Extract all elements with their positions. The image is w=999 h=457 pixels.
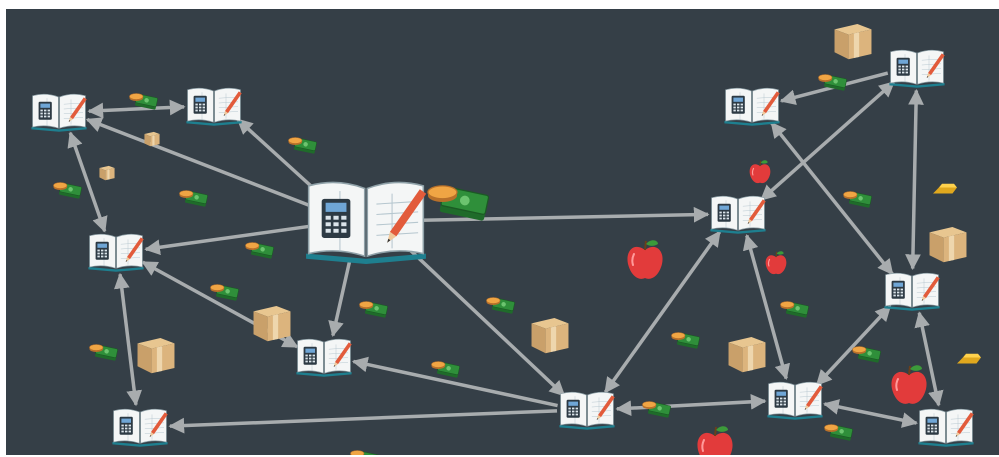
cardboard-box-icon[interactable] <box>92 163 122 181</box>
cash-coins-icon <box>424 181 490 223</box>
cardboard-box-icon[interactable] <box>725 330 769 374</box>
cash-coins-icon[interactable] <box>209 282 239 302</box>
cash-coins-icon[interactable] <box>823 422 853 442</box>
cash-coins-icon[interactable] <box>430 359 460 379</box>
cash-coins-icon[interactable] <box>670 330 700 350</box>
cash-coins-icon[interactable] <box>842 189 872 209</box>
edge-n-far-right-top-to-n-far-right-mid <box>905 88 924 271</box>
red-apple-icon[interactable] <box>693 424 737 455</box>
edge-hub-to-n-left <box>144 224 312 256</box>
cardboard-box-icon[interactable] <box>250 299 294 343</box>
cash-coins-icon[interactable] <box>88 342 118 362</box>
cash-coins-icon[interactable] <box>779 299 809 319</box>
red-apple-icon[interactable] <box>625 238 665 282</box>
ledger-book-icon[interactable] <box>887 48 947 88</box>
ledger-book-icon[interactable] <box>294 337 354 377</box>
cash-coins-icon[interactable] <box>244 240 274 260</box>
edge-n-bottommid-to-n-right-bottom <box>615 393 767 417</box>
graph-edges <box>67 71 944 434</box>
gold-bar-icon[interactable] <box>930 179 960 199</box>
ledger-book-icon[interactable] <box>882 271 942 311</box>
cardboard-box-icon[interactable] <box>831 17 875 61</box>
cash-coins-icon[interactable] <box>52 180 82 200</box>
cash-coins-icon[interactable] <box>178 188 208 208</box>
edge-n-bottommid-to-n-bottomleft <box>168 409 558 434</box>
cash-coins-icon[interactable] <box>128 91 158 111</box>
ledger-book-icon[interactable] <box>86 232 146 272</box>
red-apple-icon[interactable] <box>887 363 931 407</box>
cash-coins-icon[interactable] <box>851 344 881 364</box>
cardboard-box-icon[interactable] <box>134 331 178 375</box>
ledger-book-icon[interactable] <box>184 86 244 126</box>
ledger-book-calculator-icon[interactable] <box>291 178 441 264</box>
cash-coins-icon[interactable] <box>641 399 671 419</box>
red-apple-icon[interactable] <box>763 250 789 276</box>
ledger-book-icon[interactable] <box>722 86 782 126</box>
ledger-book-icon[interactable] <box>557 390 617 430</box>
edge-hub-to-n-midleft <box>328 260 352 338</box>
edge-n-right-top-to-n-far-right-mid <box>770 121 894 276</box>
cash-coins-icon[interactable] <box>349 448 379 455</box>
ledger-book-icon[interactable] <box>916 407 976 447</box>
ledger-book-icon[interactable] <box>765 380 825 420</box>
cardboard-box-icon[interactable] <box>137 129 167 147</box>
cash-coins-icon[interactable] <box>485 295 515 315</box>
red-apple-icon[interactable] <box>747 159 773 185</box>
ledger-book-icon[interactable] <box>110 407 170 447</box>
cardboard-box-icon[interactable] <box>528 311 572 355</box>
ledger-book-icon[interactable] <box>29 92 89 132</box>
game-board <box>6 9 999 455</box>
cash-coins-icon[interactable] <box>287 135 317 155</box>
gold-bar-icon[interactable] <box>954 349 984 369</box>
cash-coins-icon[interactable] <box>358 299 388 319</box>
cash-coins-icon[interactable] <box>817 72 847 92</box>
cardboard-box-icon[interactable] <box>926 220 970 264</box>
ledger-book-icon[interactable] <box>708 194 768 234</box>
